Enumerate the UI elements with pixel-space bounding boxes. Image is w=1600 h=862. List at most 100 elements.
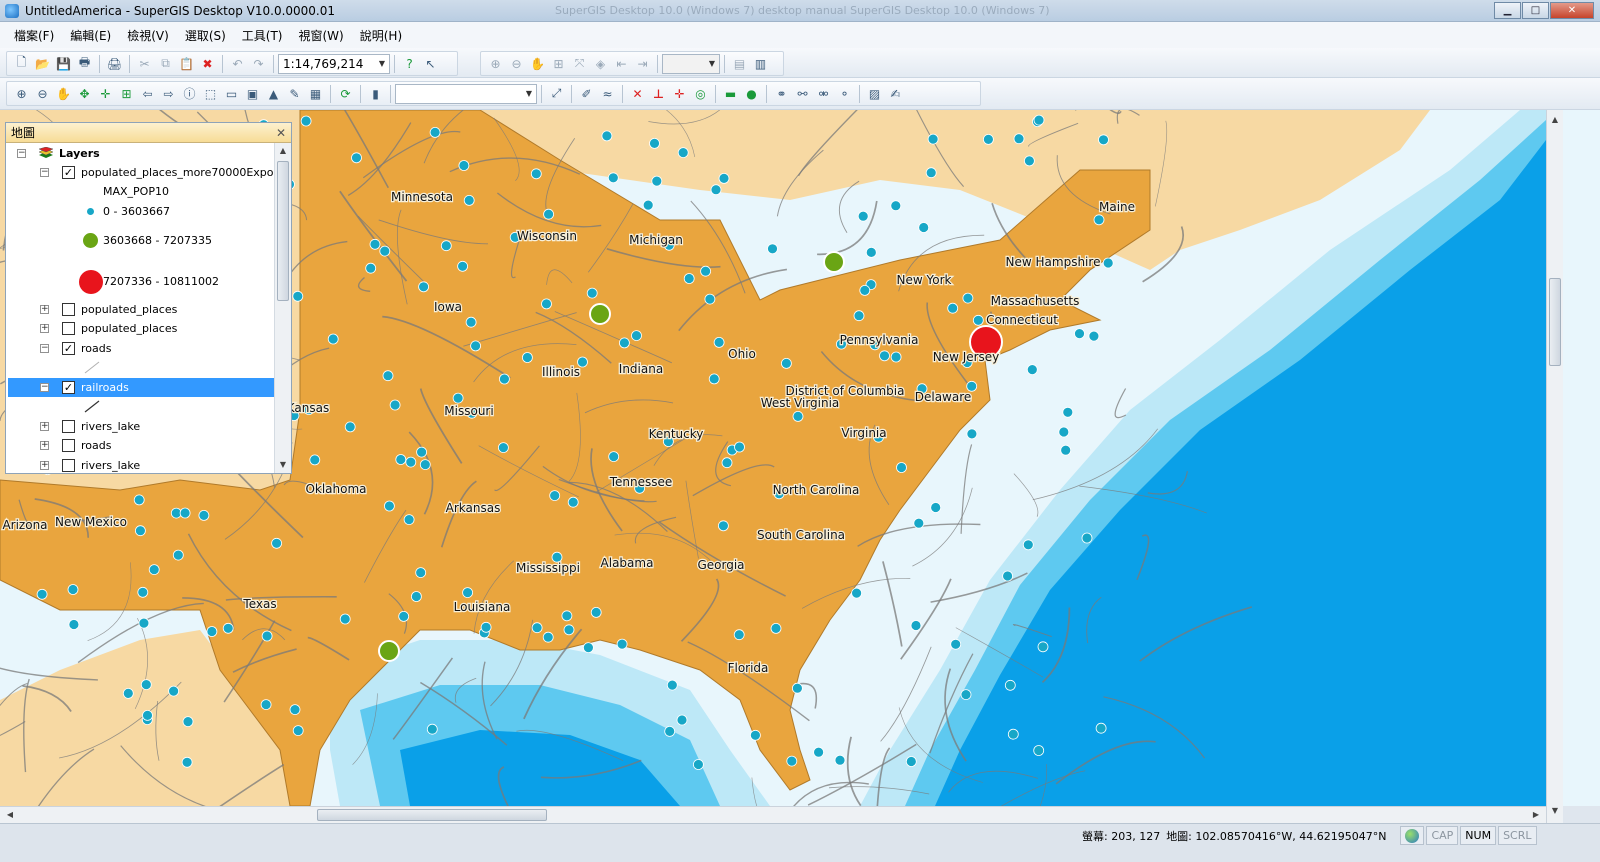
city-point[interactable] xyxy=(1088,330,1100,342)
city-point[interactable] xyxy=(734,441,745,453)
city-point[interactable] xyxy=(182,716,194,727)
city-point[interactable] xyxy=(415,567,427,579)
layer-row[interactable]: + populated_places xyxy=(6,319,276,338)
city-point[interactable] xyxy=(440,240,452,252)
city-point[interactable] xyxy=(260,699,272,710)
minimize-button[interactable]: ▁ xyxy=(1494,2,1521,19)
city-point[interactable] xyxy=(930,502,942,513)
city-point[interactable] xyxy=(382,370,394,382)
city-point[interactable] xyxy=(289,704,301,715)
city-point[interactable] xyxy=(1102,257,1114,269)
city-point[interactable] xyxy=(206,626,218,637)
city-point[interactable] xyxy=(718,173,730,184)
city-point[interactable] xyxy=(1026,364,1038,376)
city-point[interactable] xyxy=(567,496,579,508)
city-point[interactable] xyxy=(344,421,356,433)
city-point[interactable] xyxy=(429,126,441,138)
city-point-medium[interactable] xyxy=(823,251,845,273)
city-point[interactable] xyxy=(683,273,695,284)
city-point[interactable] xyxy=(416,446,428,458)
city-point[interactable] xyxy=(1062,406,1074,418)
city-point[interactable] xyxy=(405,456,417,468)
expand-icon[interactable]: + xyxy=(40,461,49,470)
union-icon[interactable]: ⚮ xyxy=(814,84,833,103)
layer-row[interactable]: + roads xyxy=(6,436,276,455)
city-point[interactable] xyxy=(792,410,804,422)
fixed-zoom-in-icon[interactable]: ✥ xyxy=(75,84,94,103)
collapse-icon[interactable]: − xyxy=(40,344,49,353)
layer-visibility-checkbox[interactable]: ✓ xyxy=(62,342,75,355)
paste-icon[interactable]: 📋 xyxy=(177,54,196,73)
city-point[interactable] xyxy=(292,725,304,736)
city-point[interactable] xyxy=(465,316,477,328)
new-document-icon[interactable]: 🗋 xyxy=(12,54,31,73)
city-point[interactable] xyxy=(142,710,153,721)
rectangle-tool-icon[interactable]: ▬ xyxy=(721,84,740,103)
undo-icon[interactable]: ↶ xyxy=(228,54,247,73)
city-point[interactable] xyxy=(67,584,79,595)
city-point[interactable] xyxy=(927,133,939,145)
menu-edit[interactable]: 編輯(E) xyxy=(70,27,111,44)
city-point[interactable] xyxy=(733,629,745,641)
print-preview-icon[interactable]: 🖨 xyxy=(105,54,124,73)
city-point[interactable] xyxy=(452,392,464,404)
close-button[interactable]: ✕ xyxy=(1550,2,1594,19)
city-point[interactable] xyxy=(198,509,210,521)
city-point[interactable] xyxy=(631,330,642,342)
layout-zoom-combo[interactable]: ▼ xyxy=(662,53,720,74)
layer-visibility-checkbox[interactable] xyxy=(62,303,75,316)
city-point[interactable] xyxy=(292,290,304,302)
split-icon[interactable]: ⚯ xyxy=(793,84,812,103)
city-point[interactable] xyxy=(463,195,475,206)
city-point[interactable] xyxy=(137,586,149,598)
previous-extent-icon[interactable]: ⇦ xyxy=(138,84,157,103)
city-point[interactable] xyxy=(339,613,351,625)
circle-tool-icon[interactable]: ● xyxy=(742,84,761,103)
layer-panel-scrollbar[interactable]: ▲ ▼ xyxy=(274,143,291,473)
city-point[interactable] xyxy=(365,262,377,274)
layer-row-selected[interactable]: − ✓ railroads xyxy=(6,378,276,397)
menu-help[interactable]: 說明(H) xyxy=(360,27,402,44)
copy-icon[interactable]: ⧉ xyxy=(156,54,175,73)
trace-icon[interactable]: ≈ xyxy=(598,84,617,103)
city-point[interactable] xyxy=(1093,214,1105,226)
layer-row[interactable]: + rivers_lake xyxy=(6,417,276,436)
city-point[interactable] xyxy=(713,336,725,348)
layer-visibility-checkbox[interactable] xyxy=(62,459,75,472)
city-point[interactable] xyxy=(181,756,193,768)
edit-tool-icon[interactable]: ⤢ xyxy=(547,84,566,103)
city-point[interactable] xyxy=(962,292,974,304)
menu-tools[interactable]: 工具(T) xyxy=(242,27,283,44)
city-point[interactable] xyxy=(1002,570,1013,582)
full-extent-icon[interactable]: ⊞ xyxy=(117,84,136,103)
expand-icon[interactable]: + xyxy=(40,305,49,314)
refresh-icon[interactable]: ⟳ xyxy=(336,84,355,103)
city-point[interactable] xyxy=(708,373,720,385)
camera-icon[interactable]: ▮ xyxy=(366,84,385,103)
zoom-in-icon[interactable]: ⊕ xyxy=(12,84,31,103)
city-point[interactable] xyxy=(865,246,877,258)
open-folder-icon[interactable]: 📂 xyxy=(33,54,52,73)
city-point[interactable] xyxy=(140,679,152,690)
city-point[interactable] xyxy=(913,517,925,529)
layout-full-extent-icon[interactable]: ⤧ xyxy=(570,54,589,73)
city-point[interactable] xyxy=(890,200,902,212)
city-point[interactable] xyxy=(36,588,48,600)
scroll-down-icon[interactable]: ▼ xyxy=(275,457,291,473)
city-point[interactable] xyxy=(300,115,312,127)
city-point[interactable] xyxy=(462,587,474,599)
city-point[interactable] xyxy=(770,623,782,634)
city-point[interactable] xyxy=(693,759,704,770)
city-point[interactable] xyxy=(1098,134,1109,146)
city-point[interactable] xyxy=(890,351,902,363)
layout-back-icon[interactable]: ⇤ xyxy=(612,54,631,73)
city-point[interactable] xyxy=(879,350,890,362)
scroll-down-icon[interactable]: ▼ xyxy=(1547,803,1563,819)
redo-icon[interactable]: ↷ xyxy=(249,54,268,73)
city-point[interactable] xyxy=(419,459,431,471)
delete-vertex-icon[interactable]: ✕ xyxy=(628,84,647,103)
layer-visibility-checkbox[interactable] xyxy=(62,439,75,452)
city-point[interactable] xyxy=(1074,328,1085,340)
layout-pan-icon[interactable]: ✋ xyxy=(528,54,547,73)
scroll-up-icon[interactable]: ▲ xyxy=(275,143,291,159)
